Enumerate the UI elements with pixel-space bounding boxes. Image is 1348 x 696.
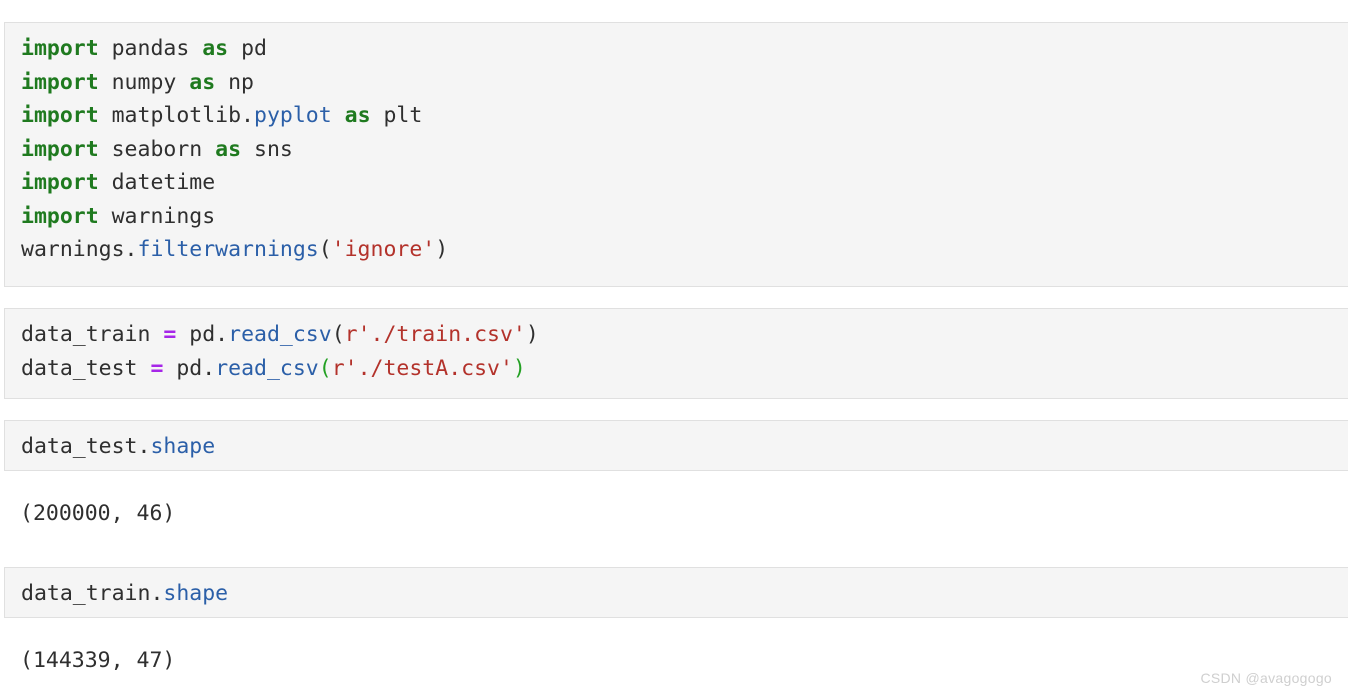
code-token-op: = (150, 355, 164, 381)
code-line: import datetime (21, 166, 1348, 200)
code-token-kw: as (189, 69, 216, 95)
code-token-plain: pd. (163, 355, 216, 381)
code-token-plain: data_train. (21, 581, 164, 606)
code-line: data_test = pd.read_csv(r'./testA.csv') (21, 352, 1348, 386)
code-line: import seaborn as sns (21, 133, 1348, 167)
code-token-fn: shape (150, 434, 216, 459)
code-token-plain: pd. (176, 322, 229, 347)
code-token-plain: matplotlib. (98, 103, 255, 128)
code-token-plain: sns (241, 136, 293, 162)
code-token-plain: warnings. (21, 237, 138, 262)
code-token-bracket: ) (512, 355, 526, 381)
code-token-plain: pd (228, 36, 267, 61)
code-token-plain: warnings (98, 203, 216, 229)
cell-output-3: (200000, 46) (20, 501, 176, 526)
code-token-fn: filterwarnings (137, 237, 319, 262)
code-token-kw: import (21, 136, 99, 162)
code-token-kw: import (21, 36, 99, 61)
code-line: import warnings (21, 200, 1348, 234)
code-token-plain: ( (331, 322, 345, 347)
code-token-kw: as (202, 36, 229, 61)
code-token-plain: plt (370, 103, 423, 128)
code-token-plain: data_train (21, 322, 164, 347)
notebook-container: import pandas as pd import numpy as np imp… (0, 0, 1348, 696)
code-token-kw: import (21, 103, 99, 128)
code-token-bracket: ( (318, 355, 332, 381)
code-token-plain: pandas (98, 36, 203, 61)
code-token-kw: import (21, 170, 99, 195)
code-cell-1[interactable]: import pandas as pd import numpy as np imp… (4, 22, 1348, 287)
code-line: data_train = pd.read_csv(r'./train.csv') (21, 318, 1348, 352)
code-line: data_test.shape (21, 430, 1348, 464)
code-line: data_train.shape (21, 577, 1348, 611)
code-cell-2[interactable]: data_train = pd.read_csv(r'./train.csv')… (4, 308, 1348, 399)
cell-output-4: (144339, 47) (20, 648, 176, 673)
code-token-op: = (163, 322, 177, 347)
code-token-kw: import (21, 69, 99, 95)
code-token-plain: data_test. (21, 434, 151, 459)
code-line: warnings.filterwarnings('ignore') (21, 233, 1348, 267)
code-token-plain: np (215, 69, 255, 95)
code-line: import pandas as pd (21, 32, 1348, 66)
code-token-str: 'ignore' (331, 237, 436, 262)
code-cell-4[interactable]: data_train.shape (4, 567, 1348, 618)
code-token-str: r'./testA.csv' (331, 355, 513, 381)
code-token-str: r'./train.csv' (344, 322, 526, 347)
code-line: import numpy as np (21, 66, 1348, 100)
code-token-plain: numpy (98, 69, 190, 95)
code-token-plain: ( (318, 237, 332, 262)
code-token-fn: read_csv (228, 322, 332, 347)
code-token-kw: import (21, 203, 99, 229)
code-token-fn: read_csv (215, 355, 319, 381)
code-cell-3[interactable]: data_test.shape (4, 420, 1348, 471)
code-token-plain: ) (435, 237, 449, 262)
code-token-plain: ) (525, 322, 539, 347)
code-token-fn: pyplot (254, 103, 332, 128)
csdn-watermark: CSDN @avagogogo (1200, 670, 1332, 686)
code-token-kw: as (215, 136, 242, 162)
code-token-plain: data_test (21, 355, 151, 381)
code-line: import matplotlib.pyplot as plt (21, 99, 1348, 133)
code-token-plain: datetime (98, 170, 216, 195)
code-token-fn: shape (163, 581, 229, 606)
code-token-kw: as (344, 103, 371, 128)
code-token-plain: seaborn (98, 136, 216, 162)
